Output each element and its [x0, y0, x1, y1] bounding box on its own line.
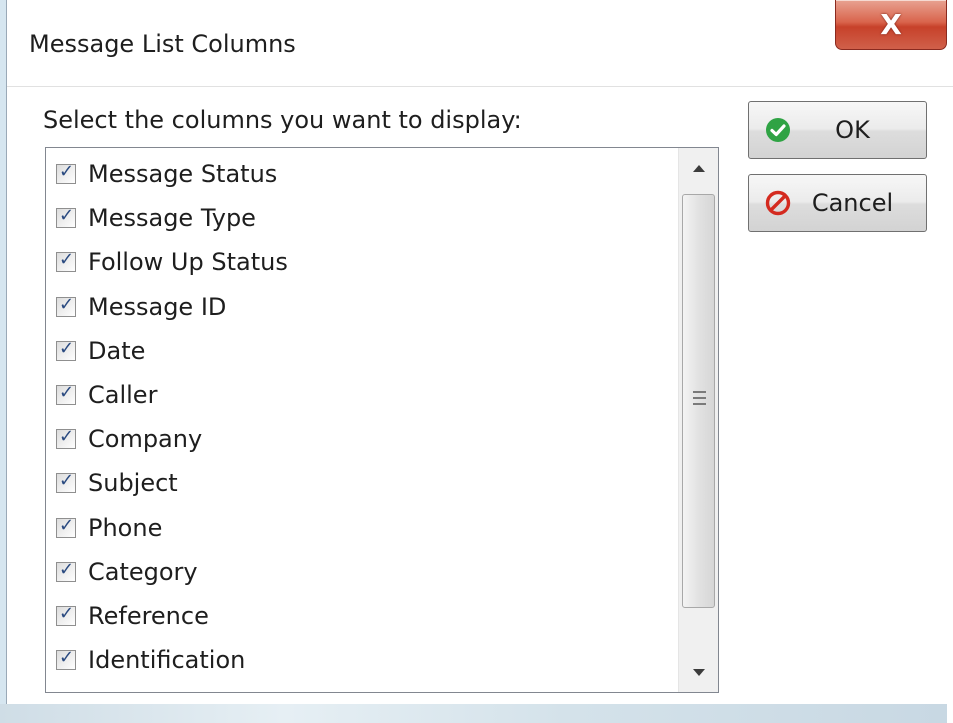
list-item[interactable]: Reference	[46, 594, 676, 638]
columns-list: Message Status Message Type Follow Up St…	[46, 148, 676, 692]
list-item-label: Follow Up Status	[88, 248, 288, 277]
list-item-label: Message ID	[88, 292, 227, 321]
list-item[interactable]: Message Status	[46, 152, 676, 196]
list-item[interactable]: Caller	[46, 373, 676, 417]
scroll-down-button[interactable]	[679, 652, 718, 692]
grip-icon	[693, 391, 706, 409]
list-item[interactable]: Identification	[46, 638, 676, 682]
scroll-up-button[interactable]	[679, 148, 718, 188]
list-item[interactable]: Company	[46, 417, 676, 461]
checkbox-checked[interactable]	[56, 249, 76, 273]
list-item-label: Date	[88, 336, 146, 365]
ok-button-label: OK	[835, 116, 870, 144]
checkbox-checked[interactable]	[56, 603, 76, 626]
checkbox-checked[interactable]	[56, 559, 76, 582]
list-item-label: Message Type	[88, 204, 256, 233]
ok-button[interactable]: OK	[748, 101, 927, 159]
list-item[interactable]: Follow Up Status	[46, 240, 676, 284]
list-item-label: Identification	[88, 646, 246, 675]
list-item-label: Subject	[88, 469, 178, 498]
list-item-label: Message Status	[88, 160, 278, 189]
checkbox-checked[interactable]	[56, 426, 76, 450]
columns-listbox[interactable]: Message Status Message Type Follow Up St…	[45, 147, 719, 693]
list-item[interactable]: Message Type	[46, 196, 676, 240]
arrow-up-icon	[693, 164, 705, 172]
checkbox-checked[interactable]	[56, 382, 76, 406]
checkbox-checked[interactable]	[56, 338, 76, 361]
close-button[interactable]: X	[835, 0, 947, 50]
close-icon: X	[880, 8, 902, 41]
arrow-down-icon	[693, 668, 705, 676]
checkbox-checked[interactable]	[56, 515, 76, 538]
checkbox-checked[interactable]	[56, 647, 76, 671]
check-circle-icon	[763, 115, 793, 145]
dialog-content: Select the columns you want to display: …	[7, 86, 953, 723]
checkbox-checked[interactable]	[56, 294, 76, 317]
list-item[interactable]: Date	[46, 329, 676, 373]
cancel-button-label: Cancel	[811, 189, 894, 217]
list-item[interactable]: Category	[46, 550, 676, 594]
list-item[interactable]: Phone	[46, 506, 676, 550]
vertical-scrollbar[interactable]	[678, 148, 718, 692]
list-item-label: Category	[88, 557, 198, 586]
list-item-partial[interactable]	[46, 682, 676, 692]
list-item-label: Reference	[88, 601, 209, 630]
checkbox-checked[interactable]	[56, 161, 76, 185]
checkbox-checked[interactable]	[56, 470, 76, 494]
prohibited-icon	[763, 188, 793, 218]
list-item-label: Company	[88, 425, 203, 454]
list-item[interactable]: Message ID	[46, 285, 676, 329]
desktop-edge	[0, 704, 947, 723]
cancel-button[interactable]: Cancel	[748, 174, 927, 232]
list-item[interactable]: Subject	[46, 461, 676, 505]
list-item-label: Caller	[88, 381, 158, 410]
list-item-label: Phone	[88, 513, 163, 542]
dialog-window: Message List Columns X Select the column…	[6, 0, 953, 723]
title-bar: Message List Columns X	[7, 0, 953, 86]
instruction-label: Select the columns you want to display:	[43, 106, 522, 134]
scrollbar-thumb[interactable]	[682, 194, 715, 608]
checkbox-checked[interactable]	[56, 205, 76, 229]
window-title: Message List Columns	[29, 30, 296, 58]
